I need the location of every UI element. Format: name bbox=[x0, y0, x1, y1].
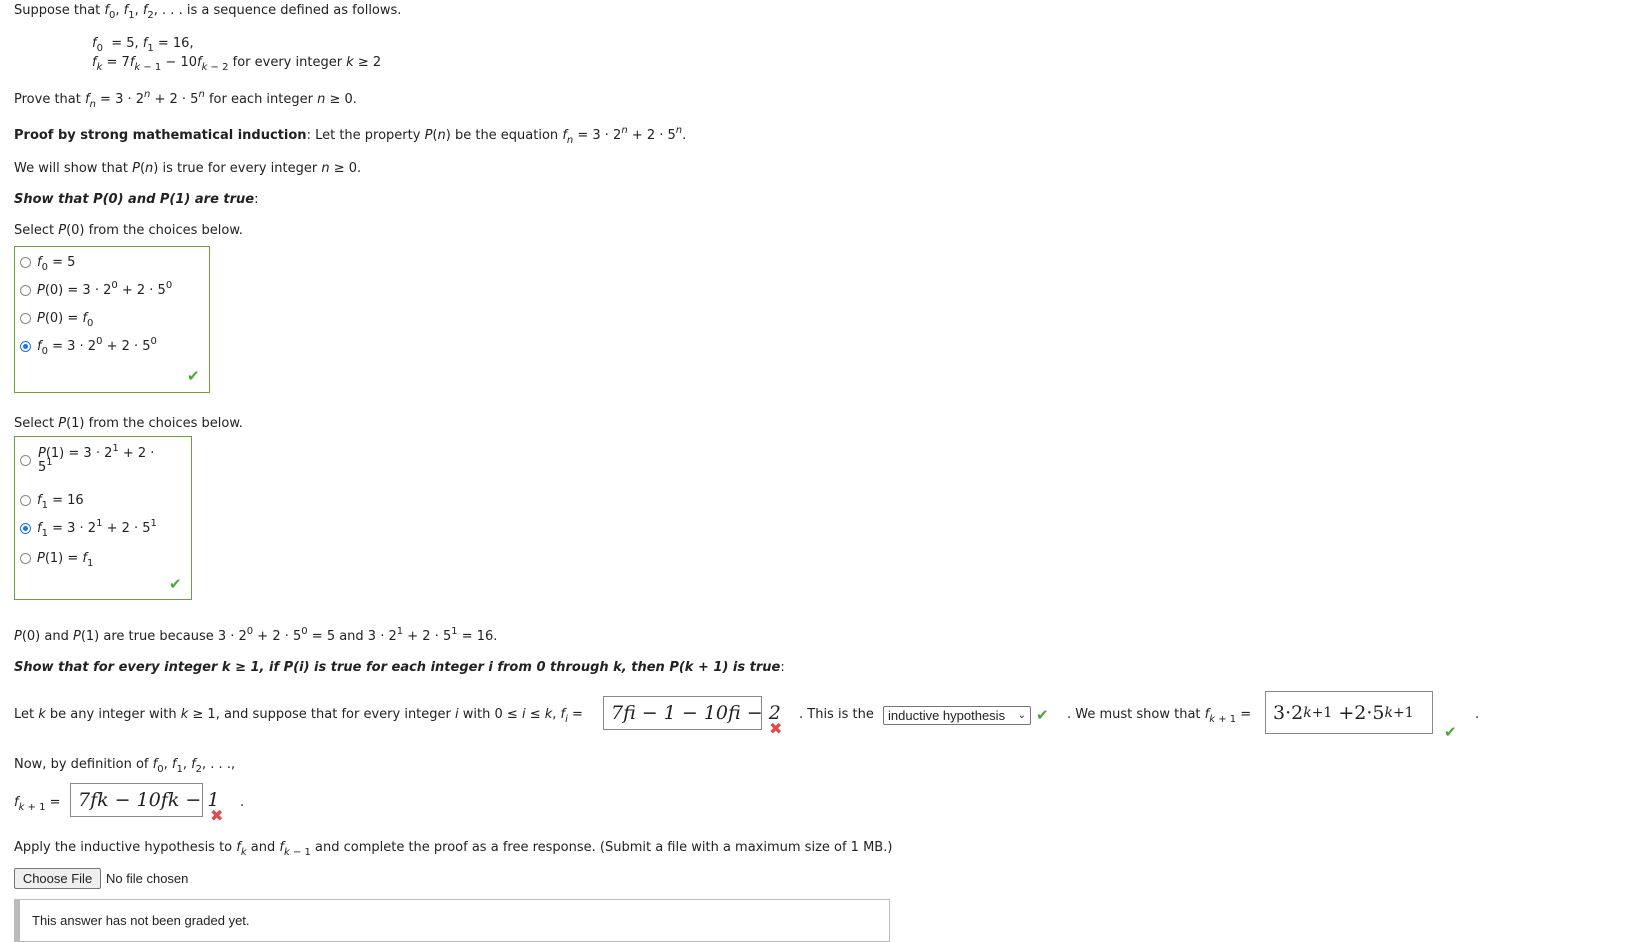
p0-choice-group: f0 = 5 P(0) = 3 · 20 + 2 · 50 P(0) = f0 … bbox=[14, 246, 210, 393]
will-show-statement: We will show that P(n) is true for every… bbox=[14, 161, 362, 176]
must-show-text: . We must show that fk + 1 = bbox=[1067, 707, 1252, 725]
base-case-conclusion: P(0) and P(1) are true because 3 · 20 + … bbox=[14, 626, 498, 645]
free-response-instruction: Apply the inductive hypothesis to fk and… bbox=[14, 840, 893, 858]
radio-button[interactable] bbox=[20, 553, 31, 564]
hypothesis-answer-field[interactable]: 7fi − 1 − 10fi − 2 bbox=[603, 696, 781, 730]
proof-title: Proof by strong mathematical induction: … bbox=[14, 125, 687, 146]
p0-option-selected[interactable]: f0 = 3 · 20 + 2 · 50 bbox=[20, 337, 157, 357]
p1-option[interactable]: f1 = 16 bbox=[20, 493, 84, 511]
this-is-the-label: . This is the bbox=[799, 707, 874, 722]
fk1-label: fk + 1 = bbox=[14, 795, 61, 813]
chevron-down-icon: ⌄ bbox=[1017, 710, 1026, 721]
definition-line-2: fk = 7fk − 1 − 10fk − 2 for every intege… bbox=[92, 55, 382, 73]
radio-button[interactable] bbox=[20, 285, 31, 296]
definition-line-1: f0 = 5, f1 = 16, bbox=[92, 36, 194, 54]
grading-status-text: This answer has not been graded yet. bbox=[32, 913, 250, 928]
correct-check-icon: ✔ bbox=[1036, 706, 1049, 724]
intro-sentence: Suppose that f0, f1, f2, . . . is a sequ… bbox=[14, 3, 402, 21]
recurrence-answer-field[interactable]: 7fk − 10fk − 1 bbox=[70, 783, 219, 817]
correct-check-icon: ✔ bbox=[1444, 723, 1457, 741]
period: . bbox=[240, 795, 245, 810]
radio-button[interactable] bbox=[20, 455, 31, 466]
p1-option[interactable]: P(1) = f1 bbox=[20, 551, 93, 569]
file-status: No file chosen bbox=[106, 871, 189, 886]
select-p0-prompt: Select P(0) from the choices below. bbox=[14, 223, 243, 238]
p1-option[interactable]: P(1) = 3 · 21 + 2 · 51 bbox=[20, 444, 170, 475]
p1-choice-group: P(1) = 3 · 21 + 2 · 51 f1 = 16 f1 = 3 · 2… bbox=[14, 436, 192, 600]
definition-reference: Now, by definition of f0, f1, f2, . . ., bbox=[14, 757, 236, 775]
prove-statement: Prove that fn = 3 · 2n + 2 · 5n for each… bbox=[14, 89, 357, 110]
radio-button[interactable] bbox=[20, 495, 31, 506]
radio-button-selected[interactable] bbox=[20, 341, 31, 352]
period: . bbox=[1475, 707, 1480, 722]
p1-option-selected[interactable]: f1 = 3 · 21 + 2 · 51 bbox=[20, 519, 157, 539]
correct-check-icon: ✔ bbox=[187, 367, 200, 385]
correct-check-icon: ✔ bbox=[169, 575, 182, 593]
p0-option[interactable]: f0 = 5 bbox=[20, 255, 75, 273]
base-case-heading: Show that P(0) and P(1) are true: bbox=[14, 192, 259, 207]
incorrect-x-icon: ✖ bbox=[210, 806, 224, 825]
radio-button-selected[interactable] bbox=[20, 523, 31, 534]
choose-file-button[interactable]: Choose File bbox=[14, 868, 101, 889]
inductive-step-heading: Show that for every integer k ≥ 1, if P(… bbox=[14, 660, 785, 675]
grading-status-box: This answer has not been graded yet. bbox=[14, 899, 890, 942]
p0-option[interactable]: P(0) = f0 bbox=[20, 311, 93, 329]
incorrect-x-icon: ✖ bbox=[769, 719, 783, 738]
radio-button[interactable] bbox=[20, 313, 31, 324]
inductive-assumption-text: Let k be any integer with k ≥ 1, and sup… bbox=[14, 707, 583, 725]
hypothesis-type-dropdown[interactable]: inductive hypothesis ⌄ bbox=[883, 706, 1031, 725]
target-answer-field[interactable]: 3·2 k+1 +2·5 k+1 bbox=[1265, 691, 1433, 734]
select-p1-prompt: Select P(1) from the choices below. bbox=[14, 416, 243, 431]
p0-option[interactable]: P(0) = 3 · 20 + 2 · 50 bbox=[20, 281, 172, 298]
radio-button[interactable] bbox=[20, 257, 31, 268]
